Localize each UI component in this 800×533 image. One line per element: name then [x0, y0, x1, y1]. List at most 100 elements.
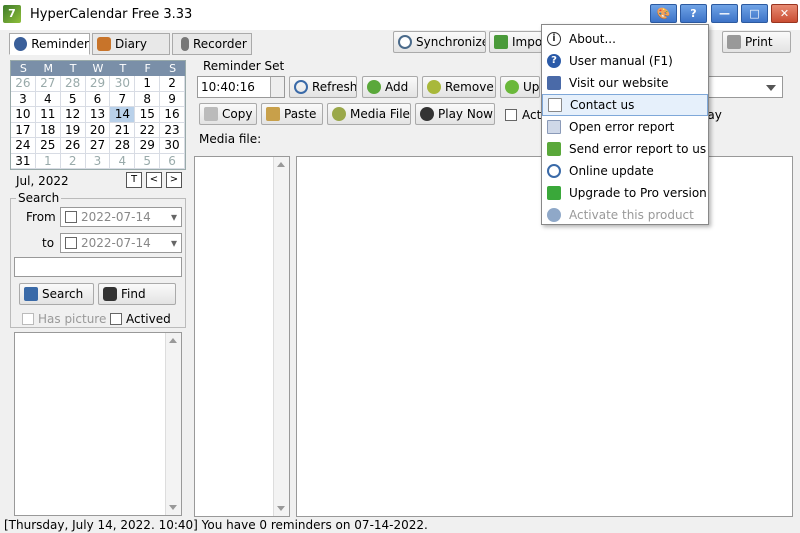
calendar-day[interactable]: 8 — [135, 91, 161, 107]
calendar-day[interactable]: 28 — [110, 138, 136, 154]
calendar-prev-button[interactable]: < — [146, 172, 162, 188]
calendar-day[interactable]: 10 — [11, 107, 36, 123]
help-button[interactable]: ? — [680, 4, 707, 23]
has-picture-option[interactable]: Has picture — [22, 312, 106, 326]
menu-item-open-error-report[interactable]: Open error report — [542, 116, 708, 138]
calendar-day[interactable]: 3 — [11, 91, 36, 107]
play-now-button[interactable]: Play Now — [415, 103, 495, 125]
calendar-day[interactable]: 9 — [160, 91, 185, 107]
scroll-down-icon[interactable] — [277, 506, 285, 511]
menu-item-about[interactable]: i About... — [542, 28, 708, 50]
from-date-checkbox[interactable] — [65, 211, 77, 223]
menu-item-visit-website[interactable]: Visit our website — [542, 72, 708, 94]
calendar-day[interactable]: 6 — [160, 153, 185, 169]
calendar-day[interactable]: 30 — [110, 76, 136, 92]
month-calendar[interactable]: SMTWTFS 26 27 28 29 30 1 2 3 4 5 6 7 8 9 10 11 12 13 14 15 1… — [10, 60, 186, 170]
calendar-day[interactable]: 20 — [85, 122, 111, 138]
calendar-next-button[interactable]: > — [166, 172, 182, 188]
calendar-day-today[interactable]: 14 — [110, 107, 136, 123]
media-file-button[interactable]: Media File — [327, 103, 411, 125]
synchronize-button[interactable]: Synchronize — [393, 31, 486, 53]
actived-option[interactable]: Actived — [110, 312, 171, 326]
calendar-day[interactable]: 1 — [35, 153, 61, 169]
calendar-day[interactable]: 29 — [135, 138, 161, 154]
calendar-day[interactable]: 25 — [35, 138, 61, 154]
add-button[interactable]: Add — [362, 76, 418, 98]
tab-reminder[interactable]: Reminder — [9, 33, 90, 55]
reminder-list-scrollbar[interactable] — [273, 157, 289, 516]
calendar-day[interactable]: 2 — [60, 153, 86, 169]
calendar-day[interactable]: 23 — [160, 122, 185, 138]
close-button[interactable]: ✕ — [771, 4, 798, 23]
menu-item-contact-us[interactable]: Contact us — [542, 94, 708, 116]
calendar-day[interactable]: 11 — [35, 107, 61, 123]
results-scrollbar[interactable] — [165, 333, 181, 515]
remove-button[interactable]: Remove — [422, 76, 496, 98]
active-option[interactable]: Act — [505, 108, 541, 122]
calendar-day[interactable]: 17 — [11, 122, 36, 138]
menu-item-send-error-report[interactable]: Send error report to us — [542, 138, 708, 160]
calendar-day[interactable]: 7 — [110, 91, 136, 107]
to-date-picker[interactable]: 2022-07-14 ▾ — [60, 233, 182, 253]
time-spin-buttons[interactable] — [270, 77, 284, 97]
menu-item-user-manual[interactable]: ? User manual (F1) — [542, 50, 708, 72]
calendar-day[interactable]: 31 — [11, 153, 36, 169]
search-text-input[interactable] — [14, 257, 182, 277]
calendar-day[interactable]: 2 — [160, 76, 185, 92]
actived-checkbox[interactable] — [110, 313, 122, 325]
menu-item-online-update[interactable]: Online update — [542, 160, 708, 182]
theme-button[interactable]: 🎨 — [650, 4, 677, 23]
calendar-day[interactable]: 5 — [135, 153, 161, 169]
calendar-day[interactable]: 22 — [135, 122, 161, 138]
calendar-day[interactable]: 6 — [85, 91, 111, 107]
calendar-day[interactable]: 15 — [135, 107, 161, 123]
calendar-day[interactable]: 24 — [11, 138, 36, 154]
calendar-day[interactable]: 26 — [11, 76, 36, 92]
time-spinner[interactable]: 10:40:16 — [197, 76, 285, 98]
to-date-checkbox[interactable] — [65, 237, 77, 249]
reminder-list[interactable] — [194, 156, 290, 517]
find-button[interactable]: Find — [98, 283, 176, 305]
calendar-day[interactable]: 1 — [135, 76, 161, 92]
scroll-up-icon[interactable] — [169, 338, 177, 343]
calendar-day[interactable]: 16 — [160, 107, 185, 123]
calendar-day[interactable]: 3 — [85, 153, 111, 169]
tab-diary[interactable]: Diary — [92, 33, 170, 55]
search-results-list[interactable] — [14, 332, 182, 516]
calendar-day[interactable]: 26 — [60, 138, 86, 154]
calendar-day[interactable]: 18 — [35, 122, 61, 138]
info-icon: i — [547, 32, 561, 46]
calendar-day[interactable]: 28 — [60, 76, 86, 92]
calendar-day[interactable]: 19 — [60, 122, 86, 138]
import-button[interactable]: Impo — [489, 31, 544, 53]
active-checkbox[interactable] — [505, 109, 517, 121]
scroll-up-icon[interactable] — [277, 162, 285, 167]
calendar-today-button[interactable]: T — [126, 172, 142, 188]
calendar-day[interactable]: 21 — [110, 122, 136, 138]
minimize-button[interactable]: — — [711, 4, 738, 23]
calendar-day[interactable]: 27 — [35, 76, 61, 92]
calendar-day[interactable]: 29 — [85, 76, 111, 92]
mail-icon — [548, 98, 562, 112]
print-button[interactable]: Print — [722, 31, 791, 53]
maximize-button[interactable]: □ — [741, 4, 768, 23]
menu-item-upgrade-pro[interactable]: Upgrade to Pro version — [542, 182, 708, 204]
scroll-down-icon[interactable] — [169, 505, 177, 510]
calendar-day-grid[interactable]: 26 27 28 29 30 1 2 3 4 5 6 7 8 9 10 11 12 13 14 15 16 17 18 19 2… — [11, 76, 185, 169]
search-button[interactable]: Search — [19, 283, 94, 305]
calendar-day[interactable]: 13 — [85, 107, 111, 123]
calendar-day[interactable]: 5 — [60, 91, 86, 107]
calendar-day[interactable]: 4 — [35, 91, 61, 107]
copy-button[interactable]: Copy — [199, 103, 257, 125]
calendar-day[interactable]: 4 — [110, 153, 136, 169]
tab-recorder[interactable]: Recorder — [172, 33, 252, 55]
paste-button[interactable]: Paste — [261, 103, 323, 125]
has-picture-checkbox[interactable] — [22, 313, 34, 325]
update-button[interactable]: Up — [500, 76, 540, 98]
calendar-day[interactable]: 12 — [60, 107, 86, 123]
from-date-picker[interactable]: 2022-07-14 ▾ — [60, 207, 182, 227]
reminder-type-dropdown[interactable] — [707, 76, 783, 98]
refresh-button[interactable]: Refresh — [289, 76, 357, 98]
calendar-day[interactable]: 30 — [160, 138, 185, 154]
calendar-day[interactable]: 27 — [85, 138, 111, 154]
